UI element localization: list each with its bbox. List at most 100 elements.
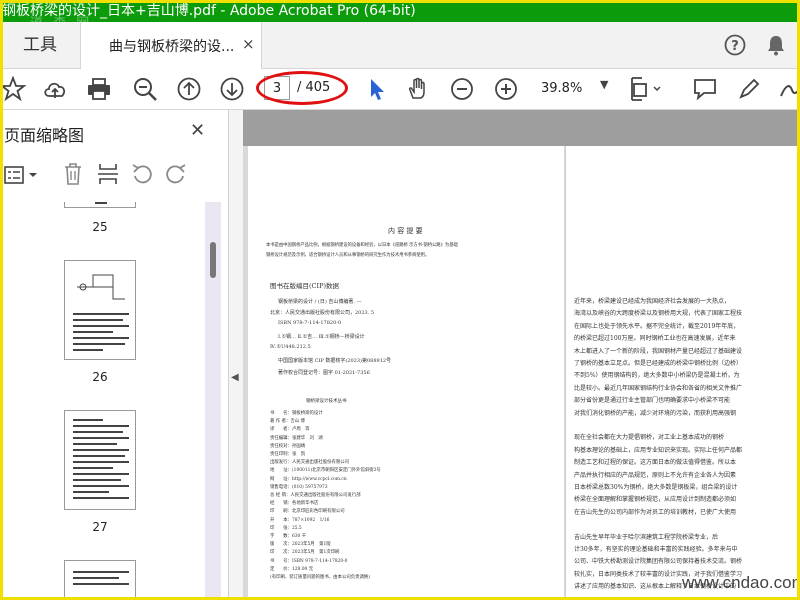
colophon-line: 总 经 销：人民交通出版社股份有限公司发行部	[270, 493, 361, 498]
thumbnail-scrollbar[interactable]	[205, 202, 221, 600]
page-thumbnail[interactable]	[64, 560, 136, 600]
preface-line: 现在全社会都在大力提倡钢桥，对工业上基本成功的钢桥	[574, 434, 725, 442]
delete-page-icon[interactable]	[62, 162, 84, 186]
upload-cloud-icon[interactable]	[42, 76, 68, 102]
next-page-icon[interactable]	[219, 76, 245, 102]
thumbnail-list[interactable]: 25 26 27	[0, 202, 205, 600]
cip-line: ISBN 978-7-114-17820-0	[278, 320, 342, 326]
help-icon[interactable]: ?	[724, 34, 746, 56]
colophon-line: 印 刷：北京印匠彩色印刷有限公司	[270, 509, 345, 515]
select-cursor-icon[interactable]	[364, 76, 390, 102]
cip-title: 图书在版编目(CIP)数据	[270, 282, 339, 290]
summary-line: 本书是由中国钢桥产品比例，根据钢桥建设的设备和经验，以日本《道路桥 示方书·钢桥…	[266, 243, 458, 248]
preface-line: 了钢桥的基本立足点。但是已经建成的桥梁中钢桥比例（边桥）	[574, 360, 743, 367]
colophon-line: 地 址：(100011)北京市朝阳区安定门外外馆斜街3号	[270, 468, 381, 474]
previous-page-icon[interactable]	[176, 76, 202, 102]
colophon-line: 责任校对：孙国靖	[270, 443, 306, 449]
colophon-line: 经 销：各地新华书店	[270, 501, 319, 507]
preface-line: 部分省份更是通过行业主管部门也明确要求中小桥梁不可能	[574, 397, 731, 405]
colophon-line: (有印刷、装订质量问题的图书，由本公司负责调换)	[270, 575, 371, 580]
thumbnail-diagram	[77, 274, 125, 300]
colophon-title: 钢桥梁设计技术丛书	[306, 399, 347, 404]
preface-line: 吉山先生早年毕业于哈尔滨建筑工程学院桥梁专业，后	[574, 533, 719, 541]
preface-line: 海湾以及峡谷的大跨度桥梁以及钢桥用大规，代表了国家工程技	[574, 310, 743, 318]
zoom-out-icon[interactable]	[449, 76, 475, 102]
tab-bar: 工具 曲与钢板桥梁的设... × ?	[0, 22, 800, 69]
preface-line: 近年来，桥梁建设已经成为我国经济社会发展的一大热点，	[574, 298, 731, 305]
preface-line: 不到5%）使用钢结构的，绝大多数中小桥梁仍是混凝土桥，为	[574, 372, 740, 380]
preface-line: 在国际上也处于领先水平。据不完全统计，截至2019年年底，	[574, 322, 740, 330]
window-title-bar: 钢板桥梁的设计_日本+吉山博.pdf - Adobe Acrobat Pro (…	[0, 0, 800, 22]
page-thumbnail[interactable]	[64, 202, 136, 208]
tab-tools[interactable]: 工具	[0, 22, 80, 68]
sidebar-collapse-handle[interactable]: ◀	[229, 110, 243, 600]
colophon-line: 印 张：25.5	[270, 525, 302, 531]
thumbnail-options-icon[interactable]	[4, 164, 40, 186]
colophon-line: 著 作 者：吉山 博	[270, 419, 305, 425]
viewer-top-band	[243, 110, 800, 146]
print-icon[interactable]	[86, 76, 112, 102]
cip-line: Ⅰ.①钢… Ⅱ.①吉… Ⅲ.①钢桥—桥梁设计	[278, 334, 365, 340]
main-toolbar: 3 / 405 39.8% ▼	[0, 69, 800, 110]
page-thumbnail[interactable]	[64, 260, 136, 360]
colophon-line: 版 次：2023年5月 第1版	[270, 542, 331, 548]
tab-document[interactable]: 曲与钢板桥梁的设... ×	[80, 22, 262, 69]
collapse-arrow-icon[interactable]: ◀	[231, 372, 239, 383]
comment-icon[interactable]	[692, 76, 718, 102]
colophon-line: 书 号：ISBN 978-7-114-17820-0	[270, 558, 348, 564]
thumbnail-page-number: 25	[92, 220, 108, 234]
colophon-line: 网 址：http://www.ccpcl.com.cn	[270, 476, 347, 482]
colophon-line: 译 者：卢周 等	[270, 427, 310, 433]
red-highlight-oval	[256, 71, 348, 105]
thumbnail-page-number: 26	[92, 370, 108, 384]
preface-line: 构基本理论的基础上，应用专业知识来实现。实际上任何产品都	[574, 446, 743, 454]
thumbnail-panel: 页面缩略图 ✕ 25 26 27	[0, 110, 229, 600]
scrollbar-thumb[interactable]	[210, 242, 216, 278]
page-thumbnail[interactable]	[64, 410, 136, 510]
insert-page-icon[interactable]	[96, 162, 120, 186]
colophon-line: 定 价：128.00 元	[270, 566, 314, 572]
bell-icon[interactable]	[766, 34, 786, 56]
colophon-line: 书 名：钢板桥梁的设计	[270, 411, 323, 416]
star-icon[interactable]	[0, 76, 26, 102]
hand-tool-icon[interactable]	[405, 76, 431, 102]
rotate-counterclockwise-icon[interactable]	[130, 162, 154, 186]
colophon-line: 责任编辑：张建华 刘 湖	[270, 435, 323, 441]
cip-line: 北京：人民交通出版社股份有限公司，2023. 5	[270, 310, 375, 316]
zoom-out-magnifier-icon[interactable]	[132, 76, 158, 102]
preface-line: 日本桥梁总数30%为钢桥，绝大多数是钢板梁，组合梁的设计	[574, 484, 738, 491]
thumbnail-panel-close-button[interactable]: ✕	[190, 120, 205, 141]
thumbnail-toolbar	[0, 158, 228, 192]
cip-line: 钢板桥梁的设计 / (日) 吉山博编著. —	[278, 299, 362, 305]
preface-line: 比是较小。最近几年国家钢结构行业协会和各省的相关文件推广	[574, 384, 743, 392]
page-fit-icon[interactable]	[628, 76, 664, 102]
preface-line: 的桥梁已超过100万座。同时钢桥工业也在高速发展，近年来	[574, 335, 736, 343]
document-page-left: 内 容 提 要 本书是由中国钢桥产品比例，根据钢桥建设的设备和经验，以日本《道路…	[248, 146, 564, 600]
preface-line: 木上都进入了一个新的阶段，我国钢材产量已经超过了基础建设	[574, 347, 743, 355]
document-page-right: 近年来，桥梁建设已经成为我国经济社会发展的一大热点， 海湾以及峡谷的大跨度桥梁以及…	[565, 146, 800, 600]
colophon-line: 印 次：2023年5月 第1次印刷	[270, 550, 340, 556]
colophon-line: 责任印制：张 凯	[270, 452, 306, 457]
summary-line: 钢桥设计规范及示例，适合钢桥设计人员和从事钢桥的研究生作为技术用书参阅使用。	[266, 253, 430, 258]
cip-line: 中国国家版本馆 CIP 数据核字(2023)第088912号	[278, 358, 392, 364]
summary-heading: 内 容 提 要	[388, 227, 423, 235]
preface-line: 对我们消化钢桥的产能，减少对环境的污染，而获利用高强钢	[574, 409, 737, 417]
zoom-chevron-down-icon[interactable]: ▼	[600, 78, 608, 91]
document-viewer[interactable]: 内 容 提 要 本书是由中国钢桥产品比例，根据钢桥建设的设备和经验，以日本《道路…	[243, 110, 800, 600]
preface-line: 计30多年，有坚实的理论基础和丰富的实践经验。多年来与中	[574, 546, 738, 553]
tab-document-label: 曲与钢板桥梁的设...	[109, 39, 235, 55]
preface-line: 制造工艺和过程的保证。这方面日本的做法值得借鉴。所以本	[574, 459, 737, 467]
highlight-pen-icon[interactable]	[736, 76, 762, 102]
draw-icon[interactable]	[778, 76, 800, 102]
preface-line: 公司、中铁大桥勘测设计院集团有限公司保持着技术交流。钢桥	[574, 558, 743, 566]
zoom-level-select[interactable]: 39.8%	[533, 76, 603, 102]
thumbnail-panel-title: 页面缩略图	[4, 126, 85, 145]
tab-close-button[interactable]: ×	[242, 35, 255, 53]
colophon-line: 开 本：787×1092 1/16	[270, 517, 330, 523]
svg-text:?: ?	[731, 39, 739, 54]
preface-line: 产品并执行相应的产品规范，原则上不允许有企业各人为因素	[574, 471, 737, 479]
preface-line: 在吉山先生的公司内部作为对员工的培训教材，已使广大使用	[574, 508, 737, 516]
rotate-clockwise-icon[interactable]	[164, 162, 188, 186]
cip-line: 著作权合同登记号：图字 01-2021-7356	[278, 370, 370, 376]
zoom-in-icon[interactable]	[493, 76, 519, 102]
